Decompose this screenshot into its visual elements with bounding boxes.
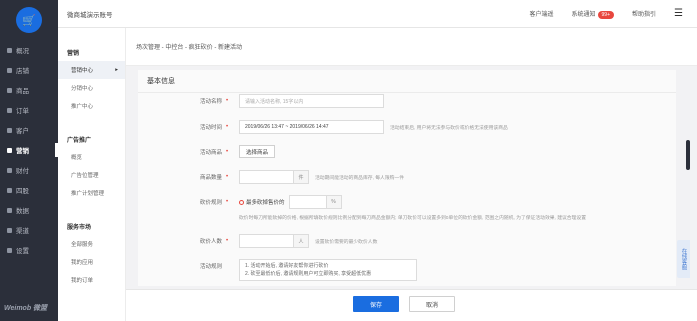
subnav-group-services: 服务市场	[67, 225, 92, 231]
subnav-item-ad-manage[interactable]: 广告位管理	[58, 166, 125, 184]
activity-rules-textarea[interactable]: 1. 活动开始后, 邀请好友帮你进行砍价 2. 砍至最低价后, 邀请规则用户可立…	[239, 259, 417, 281]
bargain-rule-label: 砍价规则	[199, 200, 222, 206]
activity-time-hint: 活动结束后, 用户将无法参与砍价或价格无法使用该商品	[390, 125, 508, 131]
bargain-percent-input[interactable]	[288, 195, 327, 209]
activity-product-row: 活动商品 • 选择商品	[138, 145, 276, 158]
subnav-item-my-orders[interactable]: 我的订单	[58, 271, 125, 289]
bargain-unit: %	[326, 195, 342, 209]
logo: 🛒	[0, 0, 58, 40]
bargain-people-row: 砍价人数 • 人 设置砍价需要的最少砍价人数	[138, 234, 377, 248]
people-unit: 人	[294, 234, 309, 248]
bargain-people-label: 砍价人数	[199, 239, 222, 245]
product-qty-input[interactable]	[239, 170, 294, 184]
activity-time-row: 活动时间 • 2019/06/26 13:47 ~ 2019/06/26 14:4…	[138, 120, 508, 134]
subnav-item-my-apps[interactable]: 我的应用	[58, 253, 125, 271]
select-product-button[interactable]: 选择商品	[239, 145, 276, 158]
sidebar-item-products[interactable]: 商品	[0, 80, 58, 100]
activity-name-row: 活动名称 • 请输入活动名称, 15字以内	[138, 94, 384, 108]
channel-icon	[7, 227, 12, 233]
activity-name-input[interactable]: 请输入活动名称, 15字以内	[239, 94, 384, 108]
bargain-option-label: 最多砍掉售价的	[246, 200, 285, 206]
finance-icon	[7, 167, 12, 173]
product-qty-hint: 活动期间能活动的商品库存, 每人限购一件	[315, 175, 405, 181]
sidebar-item-data[interactable]: 数据	[0, 200, 58, 220]
subnav-item-promotion[interactable]: 推广中心	[58, 97, 125, 115]
chevron-right-icon: ▸	[115, 67, 118, 73]
save-button[interactable]: 保存	[353, 296, 399, 312]
subnav-item-ad-plan[interactable]: 推广计划管理	[58, 184, 125, 202]
bargain-people-input[interactable]	[239, 234, 294, 248]
data-icon	[7, 207, 12, 213]
settings-icon	[7, 247, 12, 253]
bargain-radio[interactable]	[239, 199, 244, 205]
activity-name-label: 活动名称	[199, 99, 222, 105]
customer-icon	[7, 127, 12, 133]
product-qty-row: 商品数量 • 件 活动期间能活动的商品库存, 每人限购一件	[138, 170, 404, 184]
bargain-people-hint: 设置砍价需要的最少砍价人数	[315, 239, 378, 245]
product-icon	[7, 87, 12, 93]
overview-icon	[7, 47, 12, 53]
order-icon	[7, 107, 12, 113]
sidebar-item-customers[interactable]: 客户	[0, 120, 58, 140]
sidebar-item-settings[interactable]: 设置	[0, 240, 58, 260]
subnav-group-ads: 广告推广	[67, 138, 92, 144]
section-title: 基本信息	[147, 78, 175, 85]
activity-rules-label: 活动规则	[199, 264, 222, 270]
bargain-rule-hint: 砍价时每刀所能砍掉的价格, 根据所填砍价规则比例分配到每刀商品金额内; 单刀砍价…	[239, 216, 586, 221]
sidebar-item-marketing[interactable]: 营销	[0, 140, 58, 160]
bargain-rule-row: 砍价规则 • 最多砍掉售价的 %	[138, 195, 342, 209]
cancel-button[interactable]: 取消	[409, 296, 455, 312]
main-sidebar: 🛒 概况 店铺 商品 订单 客户 营销 财付 四股 数据 渠道 设置 Weimo…	[0, 0, 58, 321]
system-notice-link[interactable]: 系统通知 99+	[572, 9, 615, 19]
brand-logo: Weimob 微盟	[4, 305, 48, 312]
top-header: 微商城演示账号 客户端遥 系统通知 99+ 帮助指引 ☰	[58, 0, 697, 28]
subnav-item-distribution[interactable]: 分销中心	[58, 79, 125, 97]
sidebar-item-store[interactable]: 店铺	[0, 60, 58, 80]
store-icon	[7, 67, 12, 73]
cart-icon: 🛒	[16, 7, 42, 33]
sidebar-item-finance[interactable]: 财付	[0, 160, 58, 180]
bargain-hint-row: 砍价时每刀所能砍掉的价格, 根据所填砍价规则比例分配到每刀商品金额内; 单刀砍价…	[239, 214, 669, 221]
subnav-item-marketing-center[interactable]: 营销中心 ▸	[58, 61, 125, 79]
product-qty-label: 商品数量	[199, 175, 222, 181]
sidebar-item-overview[interactable]: 概况	[0, 40, 58, 60]
store-name: 微商城演示账号	[67, 11, 113, 19]
secondary-sidebar: 营销 营销中心 ▸ 分销中心 推广中心 广告推广 概览 广告位管理 推广计划管理 …	[58, 28, 126, 321]
sidebar-item-share[interactable]: 四股	[0, 180, 58, 200]
notice-badge: 99+	[597, 11, 615, 19]
online-service-tab[interactable]: 在线客服	[677, 240, 690, 278]
activity-product-label: 活动商品	[199, 149, 222, 156]
share-icon	[7, 187, 12, 193]
basic-info-card: 基本信息 活动名称 • 请输入活动名称, 15字以内 活动时间 • 2019/06/…	[138, 70, 676, 286]
activity-time-label: 活动时间	[199, 125, 222, 131]
subnav-item-all-services[interactable]: 全部服务	[58, 235, 125, 253]
breadcrumb: 场次管理 - 中控台 - 疯狂砍价 - 新建活动	[126, 28, 697, 66]
subnav-item-overview[interactable]: 概览	[58, 148, 125, 166]
activity-rules-row: 活动规则 1. 活动开始后, 邀请好友帮你进行砍价 2. 砍至最低价后, 邀请规…	[138, 259, 417, 281]
activity-time-input[interactable]: 2019/06/26 13:47 ~ 2019/06/26 14:47	[239, 120, 384, 134]
subnav-group-marketing: 营销	[67, 51, 80, 57]
scrollbar[interactable]	[686, 140, 690, 170]
menu-icon[interactable]: ☰	[674, 8, 683, 19]
customer-service-link[interactable]: 客户端遥	[530, 9, 554, 18]
sidebar-item-orders[interactable]: 订单	[0, 100, 58, 120]
qty-unit: 件	[294, 170, 309, 184]
sidebar-item-channels[interactable]: 渠道	[0, 220, 58, 240]
help-link[interactable]: 帮助指引	[632, 9, 656, 18]
marketing-icon	[7, 147, 12, 153]
